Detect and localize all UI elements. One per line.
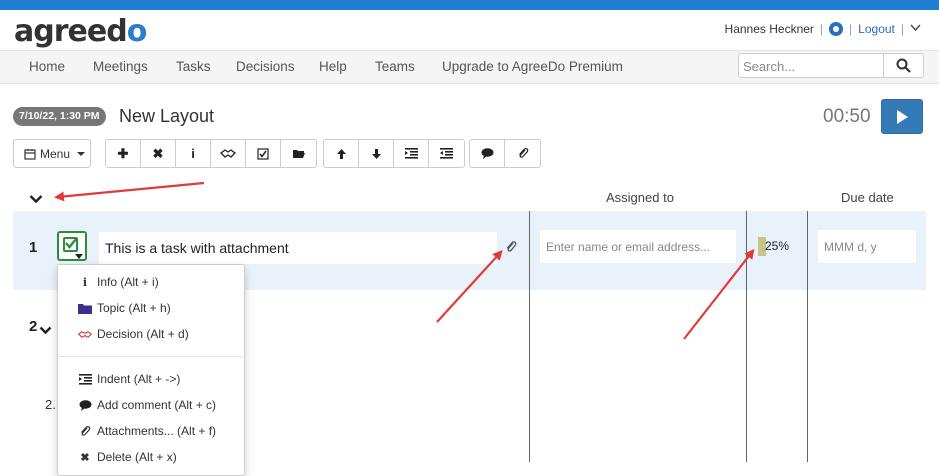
annotation-arrow: [436, 250, 503, 323]
annotation-arrows: [54, 181, 755, 340]
annotation-arrow: [683, 248, 755, 340]
annotation-arrow: [54, 181, 205, 202]
